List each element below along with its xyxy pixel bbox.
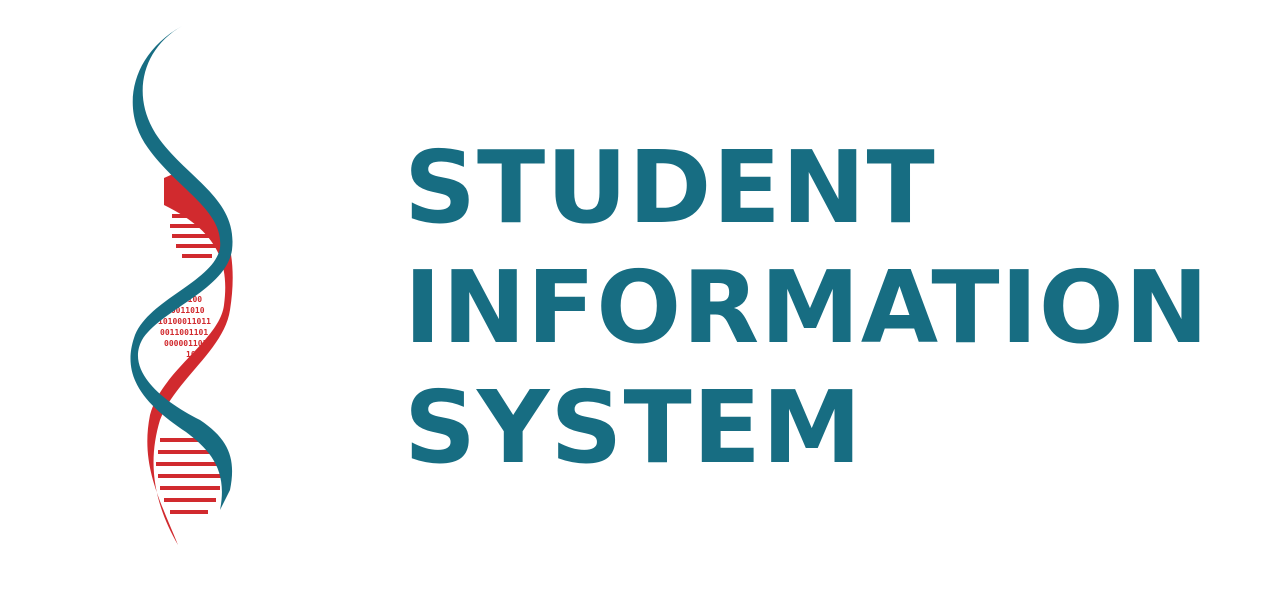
title-line: STUDENT	[404, 129, 936, 246]
binary-text: 1010	[186, 350, 205, 359]
binary-text: 0011001101	[160, 328, 208, 337]
splash-page: 01100 10011010 10100011011 0011001101 00…	[0, 0, 1280, 600]
page-title: STUDENT INFORMATION SYSTEM	[404, 128, 1209, 488]
binary-text: 0000011010	[164, 339, 212, 348]
title-line: SYSTEM	[404, 369, 863, 486]
dna-helix-icon: 01100 10011010 10100011011 0011001101 00…	[130, 26, 233, 545]
title-line: INFORMATION	[404, 249, 1210, 366]
binary-text: 10100011011	[158, 317, 211, 326]
